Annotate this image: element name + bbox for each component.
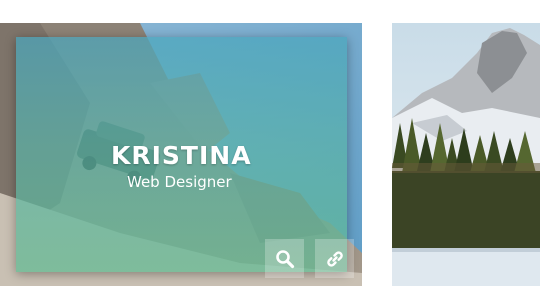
- person-name: KRISTINA: [111, 141, 252, 170]
- hover-overlay: KRISTINA Web Designer: [16, 37, 354, 278]
- person-role: Web Designer: [127, 173, 232, 191]
- search-icon: [275, 249, 294, 268]
- portfolio-card-kristina[interactable]: KRISTINA Web Designer: [0, 23, 362, 286]
- link-icon: [326, 250, 343, 267]
- card-photo-mountain: [392, 23, 540, 286]
- portfolio-grid: KRISTINA Web Designer: [0, 0, 540, 300]
- portfolio-card-landscape[interactable]: [392, 23, 540, 286]
- zoom-button[interactable]: [265, 239, 304, 278]
- link-button[interactable]: [315, 239, 354, 278]
